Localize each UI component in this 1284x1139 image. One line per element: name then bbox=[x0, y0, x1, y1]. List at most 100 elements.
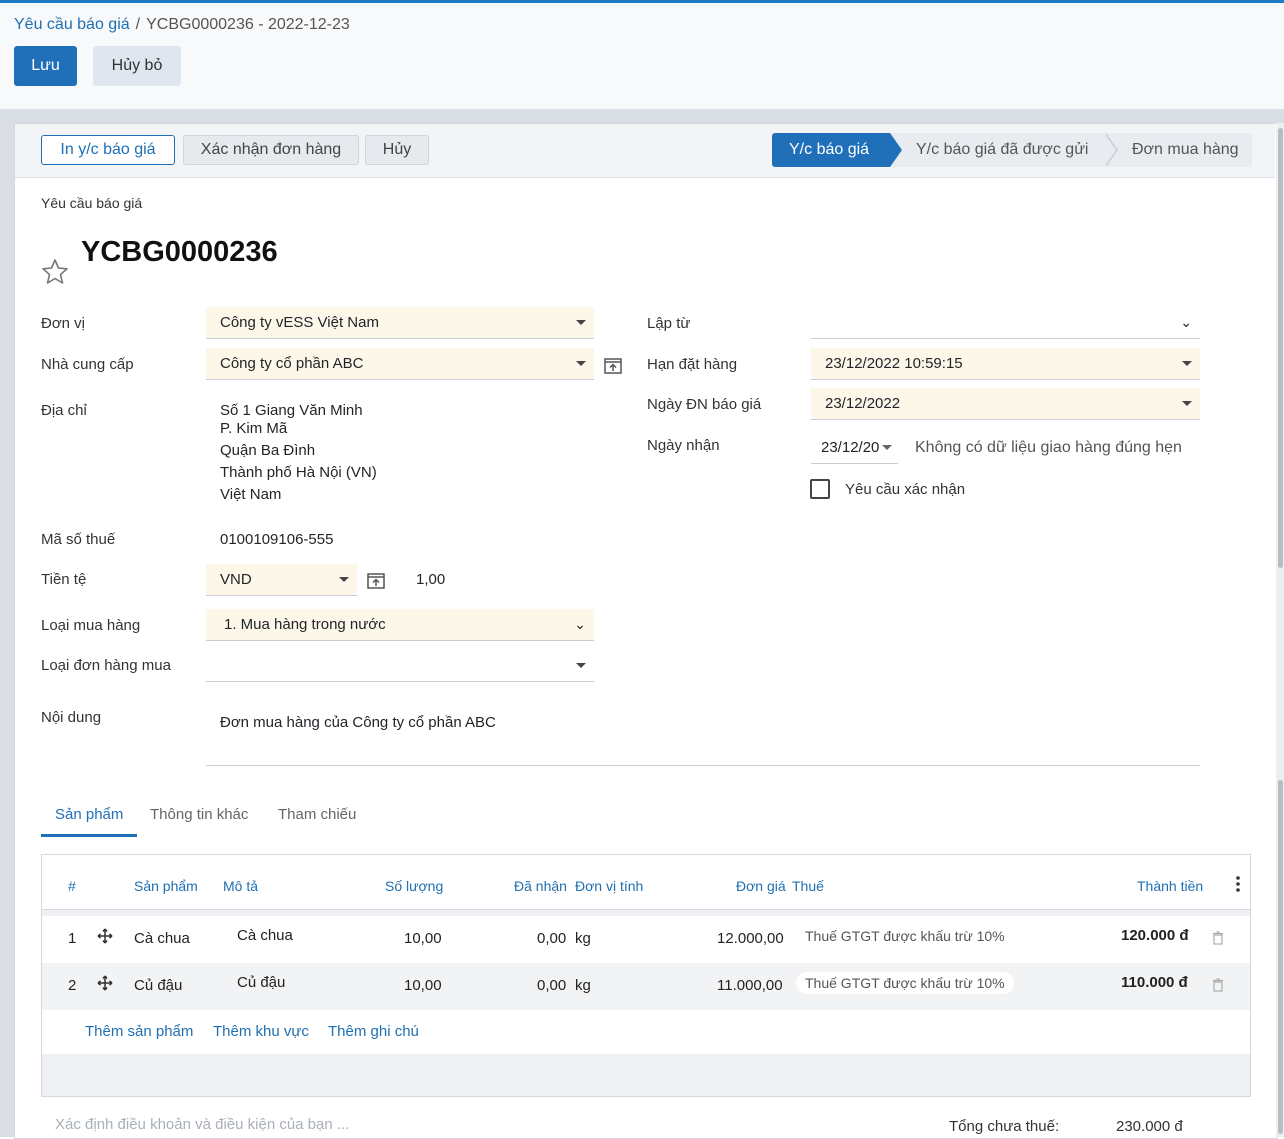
row-uom[interactable]: kg bbox=[575, 977, 591, 994]
delete-icon[interactable] bbox=[1212, 978, 1224, 992]
stage-purchase-order[interactable]: Đơn mua hàng bbox=[1108, 133, 1252, 167]
col-header-quantity[interactable]: Số lượng bbox=[385, 878, 443, 894]
discard-button[interactable]: Hủy bỏ bbox=[93, 46, 181, 86]
row-number: 2 bbox=[68, 977, 77, 994]
row-product[interactable]: Cà chua bbox=[134, 930, 190, 947]
order-type-label: Loại đơn hàng mua bbox=[41, 657, 171, 674]
breadcrumb-separator: / bbox=[135, 16, 141, 33]
add-note-link[interactable]: Thêm ghi chú bbox=[328, 1023, 419, 1040]
scrollbar-thumb-lower[interactable] bbox=[1278, 780, 1283, 1134]
add-product-link[interactable]: Thêm sản phẩm bbox=[85, 1023, 193, 1040]
row-number: 1 bbox=[68, 930, 77, 947]
untaxed-total-value: 230.000 đ bbox=[1116, 1118, 1183, 1135]
stage-active-arrow bbox=[890, 133, 902, 167]
order-deadline-label: Hạn đặt hàng bbox=[647, 356, 738, 373]
star-icon[interactable] bbox=[40, 257, 70, 287]
currency-field[interactable]: VND bbox=[206, 564, 357, 596]
confirm-label: Yêu cầu xác nhận bbox=[845, 481, 966, 498]
drag-handle-icon[interactable] bbox=[97, 928, 113, 944]
currency-value: VND bbox=[220, 571, 252, 588]
confirm-checkbox[interactable] bbox=[810, 479, 830, 499]
address-line-3: Quận Ba Đình bbox=[220, 442, 316, 459]
add-section-link[interactable]: Thêm khu vực bbox=[213, 1023, 309, 1040]
delete-icon[interactable] bbox=[1212, 931, 1224, 945]
receipt-note: Không có dữ liệu giao hàng đúng hẹn bbox=[915, 439, 1182, 456]
row-description[interactable]: Cà chua bbox=[237, 927, 293, 944]
cancel-rfq-button[interactable]: Hủy bbox=[365, 135, 429, 165]
tax-id-value: 0100109106-555 bbox=[220, 531, 334, 548]
row-received: 0,00 bbox=[537, 977, 567, 994]
col-header-uom[interactable]: Đơn vị tính bbox=[575, 878, 643, 894]
confirm-order-button[interactable]: Xác nhận đơn hàng bbox=[183, 135, 359, 165]
stage-rfq[interactable]: Y/c báo giá bbox=[772, 133, 890, 167]
row-received: 0,00 bbox=[537, 930, 567, 947]
caret-down-icon bbox=[882, 445, 892, 450]
content-value: Đơn mua hàng của Công ty cổ phần ABC bbox=[220, 714, 496, 731]
breadcrumb-parent-link[interactable]: Yêu cầu báo giá bbox=[14, 16, 130, 33]
column-options-icon[interactable] bbox=[1234, 875, 1242, 893]
row-description[interactable]: Củ đậu bbox=[237, 974, 285, 991]
external-link-icon[interactable] bbox=[367, 573, 385, 589]
quote-date-label: Ngày ĐN báo giá bbox=[647, 396, 762, 413]
col-header-subtotal[interactable]: Thành tiền bbox=[1137, 878, 1203, 894]
chevron-down-icon: ⌄ bbox=[574, 616, 586, 632]
vendor-field[interactable]: Công ty cổ phần ABC bbox=[206, 348, 594, 380]
col-header-unit-price[interactable]: Đơn giá bbox=[736, 878, 786, 894]
caret-down-icon bbox=[1182, 361, 1192, 366]
row-uom[interactable]: kg bbox=[575, 930, 591, 947]
breadcrumb-current: YCBG0000236 - 2022-12-23 bbox=[146, 16, 350, 33]
quote-date-field[interactable]: 23/12/2022 bbox=[811, 388, 1200, 420]
purchase-type-label: Loại mua hàng bbox=[41, 617, 141, 634]
active-tab-indicator bbox=[41, 834, 137, 837]
scrollbar-thumb[interactable] bbox=[1278, 128, 1283, 568]
doc-type-label: Yêu cầu báo giá bbox=[41, 195, 143, 211]
receipt-date-value: 23/12/20 bbox=[821, 439, 880, 456]
row-subtotal: 120.000 đ bbox=[1121, 927, 1189, 944]
order-type-field[interactable] bbox=[206, 650, 594, 682]
currency-label: Tiền tệ bbox=[41, 571, 87, 588]
col-header-received[interactable]: Đã nhận bbox=[514, 878, 567, 894]
row-quantity[interactable]: 10,00 bbox=[404, 977, 442, 994]
col-header-description[interactable]: Mô tả bbox=[223, 878, 258, 894]
tax-id-label: Mã số thuế bbox=[41, 531, 116, 548]
row-tax-tag[interactable]: Thuế GTGT được khấu trừ 10% bbox=[796, 972, 1014, 994]
terms-input[interactable]: Xác định điều khoản và điều kiện của bạn… bbox=[55, 1116, 349, 1133]
tab-products[interactable]: Sản phẩm bbox=[55, 806, 123, 823]
receipt-date-label: Ngày nhận bbox=[647, 437, 720, 454]
company-label: Đơn vị bbox=[41, 315, 86, 332]
tab-references[interactable]: Tham chiếu bbox=[278, 806, 356, 823]
drag-handle-icon[interactable] bbox=[97, 975, 113, 991]
print-rfq-button[interactable]: In y/c báo giá bbox=[41, 135, 175, 165]
caret-down-icon bbox=[339, 577, 349, 582]
purchase-type-select[interactable]: 1. Mua hàng trong nước ⌄ bbox=[206, 609, 594, 641]
source-select[interactable]: ⌄ bbox=[811, 307, 1200, 339]
quote-date-value: 23/12/2022 bbox=[825, 395, 901, 412]
col-header-tax[interactable]: Thuế bbox=[792, 878, 824, 894]
table-row[interactable] bbox=[42, 963, 1250, 1010]
stage-arrow bbox=[1104, 133, 1116, 167]
order-deadline-field[interactable]: 23/12/2022 10:59:15 bbox=[811, 348, 1200, 380]
caret-down-icon bbox=[576, 663, 586, 668]
row-unit-price[interactable]: 12.000,00 bbox=[717, 930, 784, 947]
order-deadline-value: 23/12/2022 10:59:15 bbox=[825, 355, 963, 372]
address-line-5: Việt Nam bbox=[220, 486, 282, 503]
content-field[interactable]: Đơn mua hàng của Công ty cổ phần ABC bbox=[206, 700, 1200, 766]
row-tax-tag[interactable]: Thuế GTGT được khấu trừ 10% bbox=[796, 925, 1014, 947]
tab-other-info[interactable]: Thông tin khác bbox=[150, 806, 248, 823]
row-unit-price[interactable]: 11.000,00 bbox=[717, 977, 783, 994]
company-field[interactable]: Công ty vESS Việt Nam bbox=[206, 307, 594, 339]
table-row[interactable] bbox=[42, 916, 1250, 963]
row-product[interactable]: Củ đậu bbox=[134, 977, 182, 994]
address-line-2: P. Kim Mã bbox=[220, 420, 288, 437]
vendor-label: Nhà cung cấp bbox=[41, 356, 134, 373]
caret-down-icon bbox=[1182, 401, 1192, 406]
col-header-product[interactable]: Sản phẩm bbox=[134, 878, 198, 894]
receipt-date-field[interactable]: 23/12/20 bbox=[811, 432, 898, 464]
purchase-type-value: 1. Mua hàng trong nước bbox=[224, 616, 386, 633]
stage-rfq-sent[interactable]: Y/c báo giá đã được gửi bbox=[890, 133, 1112, 167]
vendor-value: Công ty cổ phần ABC bbox=[220, 355, 364, 372]
external-link-icon[interactable] bbox=[604, 358, 622, 374]
row-quantity[interactable]: 10,00 bbox=[404, 930, 442, 947]
currency-rate: 1,00 bbox=[416, 571, 446, 588]
save-button[interactable]: Lưu bbox=[14, 46, 77, 86]
